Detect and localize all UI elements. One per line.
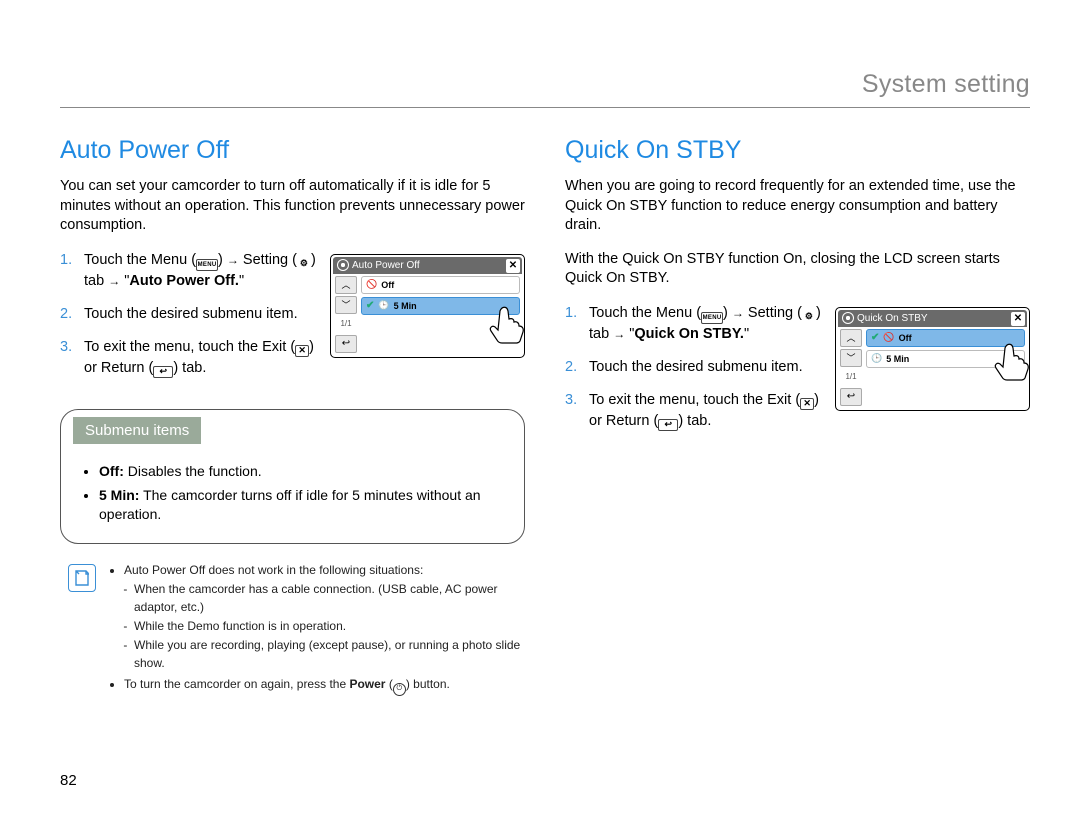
screenshot-row-off: 🚫 Off bbox=[361, 276, 520, 294]
quick-on-stby-section: Quick On STBY When you are going to reco… bbox=[565, 128, 1030, 698]
step-2: Touch the desired submenu item. bbox=[60, 304, 340, 325]
auto-power-off-heading: Auto Power Off bbox=[60, 136, 525, 165]
step-2: Touch the desired submenu item. bbox=[565, 357, 845, 378]
menu-icon: MENU bbox=[196, 259, 218, 271]
step-3: To exit the menu, touch the Exit (✕) or … bbox=[565, 390, 845, 432]
return-icon: ↩ bbox=[153, 366, 173, 378]
touch-hand-icon bbox=[987, 342, 1033, 380]
screenshot-title: Auto Power Off bbox=[352, 260, 420, 271]
gear-icon: ⚙ bbox=[297, 256, 311, 270]
close-icon: ✕ bbox=[506, 259, 520, 273]
quick-on-stby-heading: Quick On STBY bbox=[565, 136, 1030, 165]
quick-on-stby-screenshot: Quick On STBY ✕ ︿ ﹀ 1/1 ↩ ✔🚫 Off bbox=[835, 307, 1030, 411]
step-1: Touch the Menu (MENU) → Setting (⚙) tab … bbox=[565, 303, 845, 345]
note-bullet-1: Auto Power Off does not work in the foll… bbox=[124, 562, 525, 672]
screenshot-title: Quick On STBY bbox=[857, 313, 928, 324]
submenu-item-off: Off: Disables the function. bbox=[99, 462, 506, 482]
auto-power-off-section: Auto Power Off You can set your camcorde… bbox=[60, 128, 525, 698]
touch-hand-icon bbox=[482, 305, 528, 343]
step-3: To exit the menu, touch the Exit (✕) or … bbox=[60, 337, 340, 379]
return-icon: ↩ bbox=[658, 419, 678, 431]
quick-on-stby-intro-1: When you are going to record frequently … bbox=[565, 177, 1030, 236]
close-icon: ✕ bbox=[1011, 312, 1025, 326]
close-icon: ✕ bbox=[800, 398, 814, 410]
running-header: System setting bbox=[60, 70, 1030, 108]
submenu-items-box: Submenu items Off: Disables the function… bbox=[60, 409, 525, 544]
auto-power-off-screenshot: Auto Power Off ✕ ︿ ﹀ 1/1 ↩ 🚫 Off bbox=[330, 254, 525, 358]
power-icon: ⏻ bbox=[393, 683, 406, 696]
note-dash-3: While you are recording, playing (except… bbox=[134, 637, 525, 672]
menu-icon: MENU bbox=[701, 312, 723, 324]
submenu-items-tab: Submenu items bbox=[73, 417, 201, 444]
gear-icon: ⚙ bbox=[802, 309, 816, 323]
note-bullet-2: To turn the camcorder on again, press th… bbox=[124, 676, 525, 696]
close-icon: ✕ bbox=[295, 345, 309, 357]
quick-on-stby-intro-2: With the Quick On STBY function On, clos… bbox=[565, 250, 1030, 289]
note-icon bbox=[68, 564, 96, 592]
step-1: Touch the Menu (MENU) → Setting (⚙) tab … bbox=[60, 250, 340, 292]
submenu-item-5min: 5 Min: The camcorder turns off if idle f… bbox=[99, 486, 506, 525]
notes-block: Auto Power Off does not work in the foll… bbox=[60, 562, 525, 698]
note-dash-2: While the Demo function is in operation. bbox=[134, 618, 525, 635]
page-number: 82 bbox=[60, 772, 77, 789]
note-dash-1: When the camcorder has a cable connectio… bbox=[134, 581, 525, 616]
auto-power-off-intro: You can set your camcorder to turn off a… bbox=[60, 177, 525, 236]
